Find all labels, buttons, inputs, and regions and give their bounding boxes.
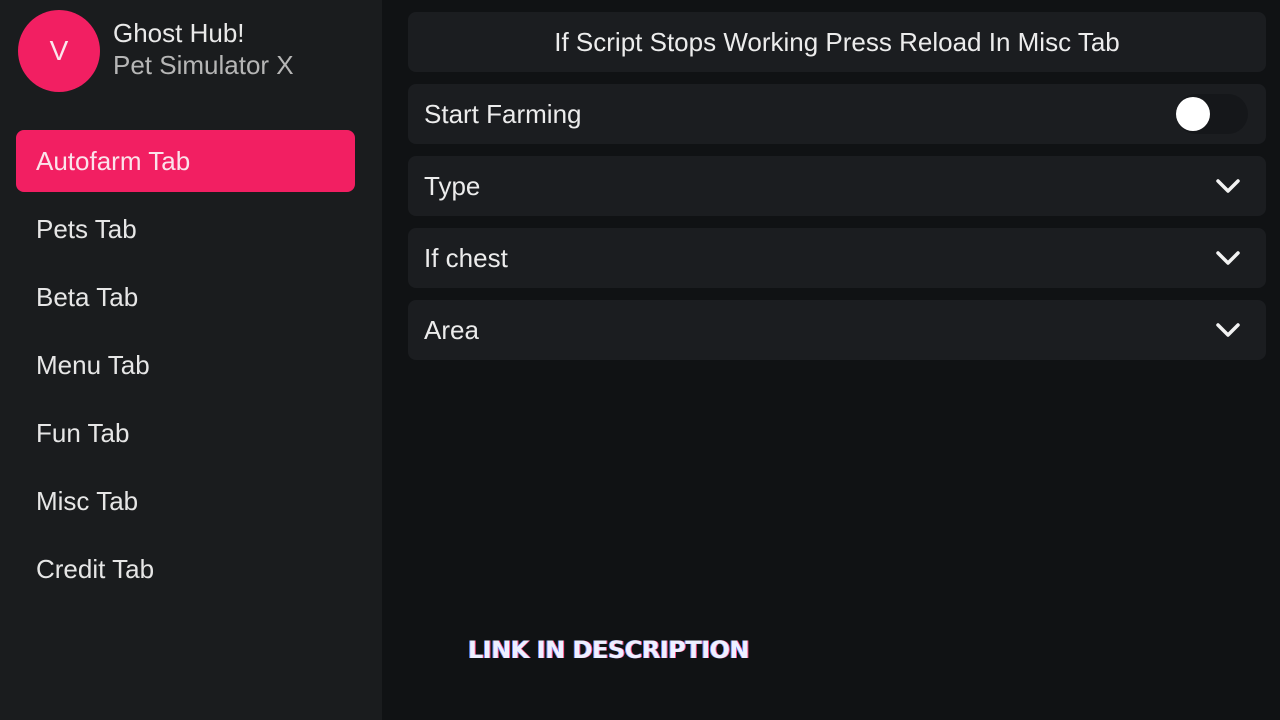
dropdown-label: Type xyxy=(424,170,481,201)
start-farming-toggle-row[interactable]: Start Farming xyxy=(408,84,1266,144)
avatar: V xyxy=(18,10,100,92)
sidebar: V Ghost Hub! Pet Simulator X Autofarm Ta… xyxy=(0,0,382,720)
sidebar-item-label: Fun Tab xyxy=(36,417,130,448)
chevron-down-icon[interactable] xyxy=(1214,248,1242,268)
hub-title: Ghost Hub! xyxy=(113,18,245,48)
dropdown-area[interactable]: Area xyxy=(408,300,1266,360)
sidebar-item-misc[interactable]: Misc Tab xyxy=(16,470,355,532)
start-farming-toggle[interactable] xyxy=(1176,94,1248,134)
toggle-knob xyxy=(1176,97,1210,131)
sidebar-item-label: Autofarm Tab xyxy=(36,145,191,176)
main-panel: If Script Stops Working Press Reload In … xyxy=(408,12,1266,372)
sidebar-item-autofarm[interactable]: Autofarm Tab xyxy=(16,130,355,192)
dropdown-if-chest[interactable]: If chest xyxy=(408,228,1266,288)
notice-text: If Script Stops Working Press Reload In … xyxy=(554,26,1120,57)
dropdown-label: If chest xyxy=(424,242,508,273)
sidebar-item-menu[interactable]: Menu Tab xyxy=(16,334,355,396)
avatar-letter: V xyxy=(49,35,69,66)
sidebar-item-label: Credit Tab xyxy=(36,553,155,584)
hub-subtitle: Pet Simulator X xyxy=(113,50,294,80)
sidebar-item-pets[interactable]: Pets Tab xyxy=(16,198,355,260)
sidebar-item-fun[interactable]: Fun Tab xyxy=(16,402,355,464)
profile-header: V Ghost Hub! Pet Simulator X xyxy=(18,10,294,92)
sidebar-item-label: Pets Tab xyxy=(36,213,137,244)
sidebar-item-credit[interactable]: Credit Tab xyxy=(16,538,355,600)
toggle-label: Start Farming xyxy=(424,98,582,129)
sidebar-item-label: Misc Tab xyxy=(36,485,139,516)
notice-label: If Script Stops Working Press Reload In … xyxy=(408,12,1266,72)
chevron-down-icon[interactable] xyxy=(1214,320,1242,340)
profile-text: Ghost Hub! Pet Simulator X xyxy=(113,17,294,81)
promo-overlay-text: LINK IN DESCRIPTION xyxy=(468,636,750,664)
sidebar-nav: Autofarm Tab Pets Tab Beta Tab Menu Tab … xyxy=(16,130,355,606)
sidebar-item-label: Menu Tab xyxy=(36,349,150,380)
sidebar-item-beta[interactable]: Beta Tab xyxy=(16,266,355,328)
dropdown-type[interactable]: Type xyxy=(408,156,1266,216)
dropdown-label: Area xyxy=(424,314,479,345)
chevron-down-icon[interactable] xyxy=(1214,176,1242,196)
app-window: V Ghost Hub! Pet Simulator X Autofarm Ta… xyxy=(0,0,1280,720)
sidebar-item-label: Beta Tab xyxy=(36,281,139,312)
